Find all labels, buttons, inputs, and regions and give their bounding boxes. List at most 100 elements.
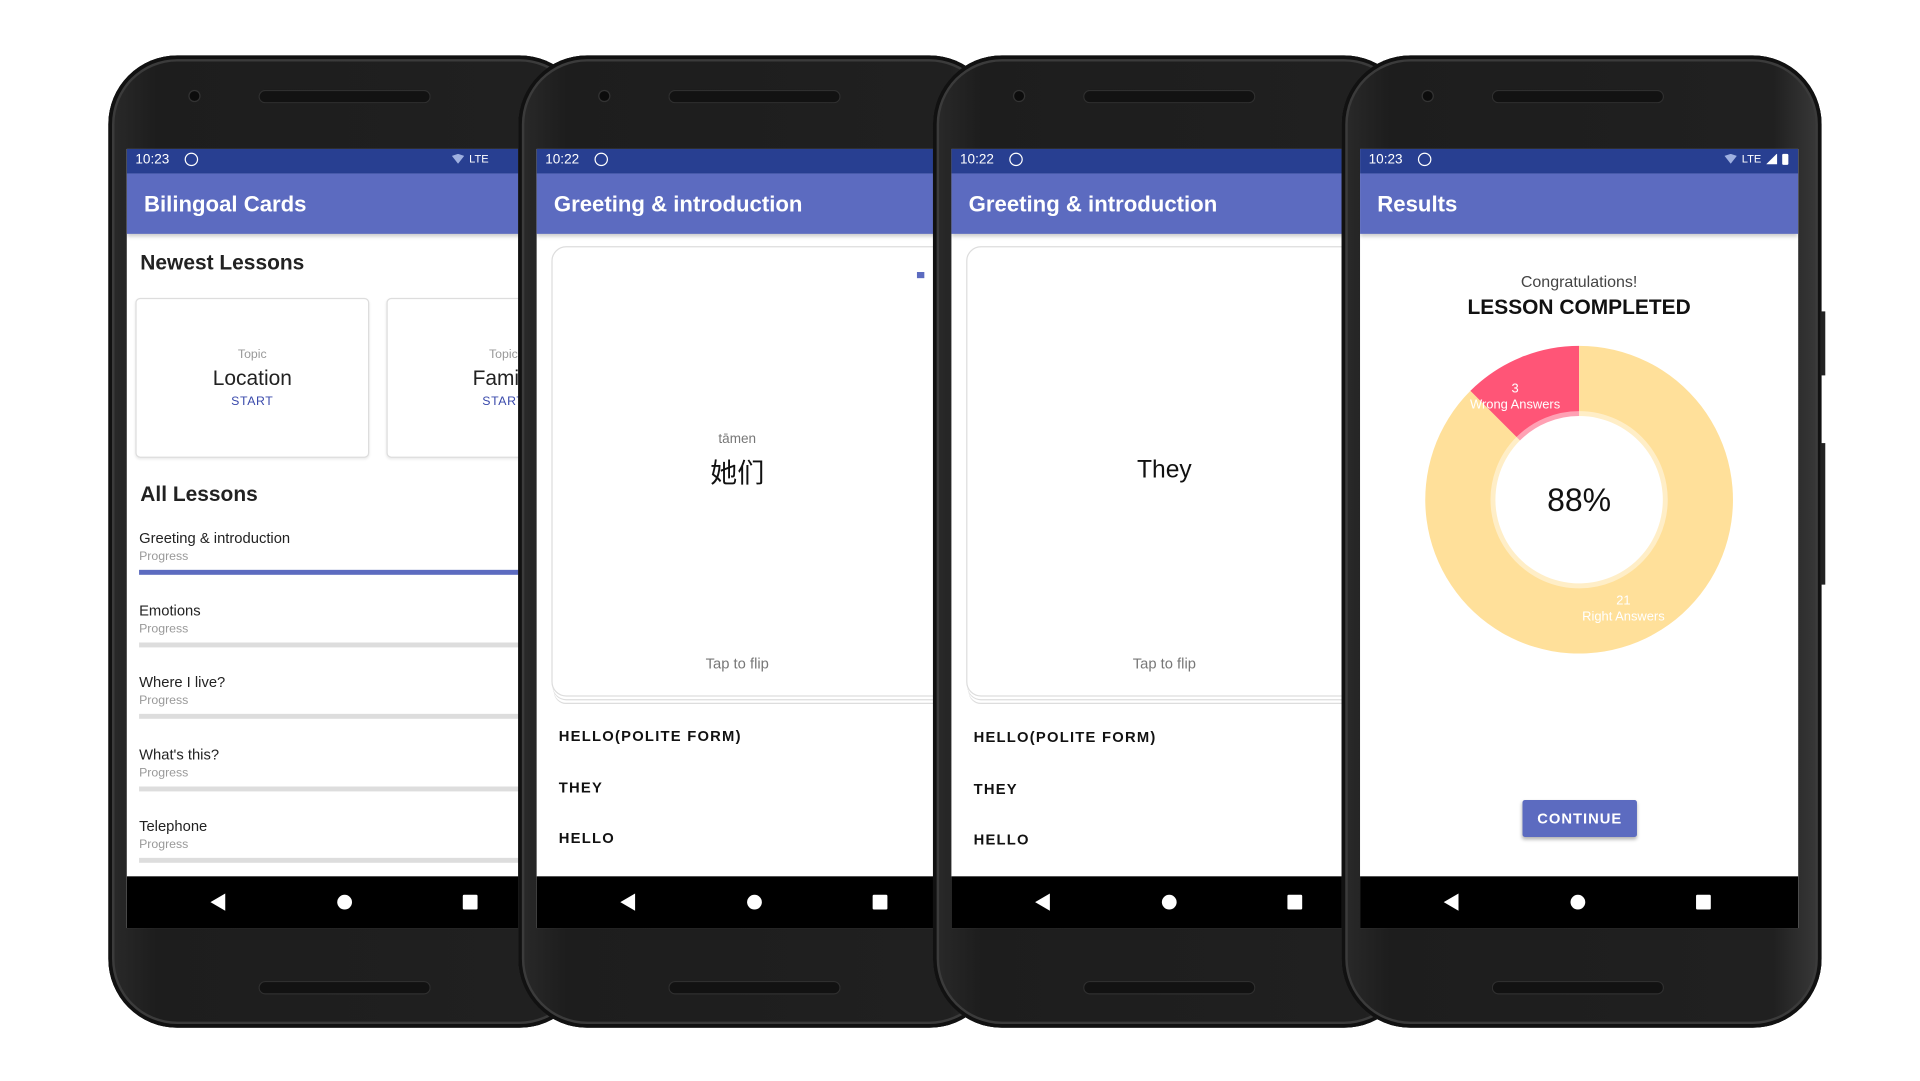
home-icon[interactable] [1570,894,1586,910]
slice-label-value: 3 [1512,381,1519,396]
answer-option[interactable]: HELLO [559,830,615,847]
lesson-progress-bar [139,569,565,575]
progress-marker [916,272,925,279]
answer-option[interactable]: THEY [559,779,603,796]
phone-results: 10:23 LTE Results Congratulations! LESSO… [1341,55,1826,1028]
speaker-bottom [1491,980,1665,995]
topic-label: Topic [237,348,267,362]
status-time: 10:22 [960,152,994,168]
nav-bar [951,876,1390,929]
lesson-item[interactable]: Emotions Progress [139,601,565,647]
back-icon[interactable] [210,893,226,911]
wifi-icon [451,153,465,164]
app-bar: Greeting & introduction [536,173,975,234]
lesson-progress-label: Progress [139,838,189,852]
app-title: Greeting & introduction [553,192,803,217]
app-bar: Greeting & introduction [951,173,1390,234]
home-icon[interactable] [747,894,762,910]
answer-option[interactable]: HELLO [974,831,1030,848]
lesson-progress-bar [139,713,565,719]
lesson-progress-bar [139,785,565,791]
slice-label-value: 21 [1616,592,1630,607]
lesson-progress-label: Progress [139,766,189,780]
all-lessons-heading: All Lessons [140,482,258,506]
answer-option[interactable]: THEY [974,780,1018,797]
back-icon[interactable] [1035,893,1050,911]
topic-card-location[interactable]: Topic Location START [135,297,370,458]
speaker-top [1491,89,1665,104]
answer-option[interactable]: HELLO(POLITE FORM) [974,729,1157,746]
card-word: They [1136,456,1192,484]
back-icon[interactable] [620,893,636,911]
pinyin: tāmen [718,432,757,447]
phone-home: 10:23 LTE Bilingoal Cards Newest Lessons… [108,55,589,1028]
lesson-item[interactable]: What's this? Progress [139,745,565,791]
flashcard[interactable]: They Tap to flip [966,246,1390,697]
lesson-title: Telephone [139,817,208,835]
nav-bar [126,876,565,929]
flashcard[interactable]: tāmen 她们 Tap to flip [551,246,975,697]
progress-fill [139,569,544,575]
speaker-bottom [258,980,431,995]
answer-option[interactable]: HELLO(POLITE FORM) [559,727,742,744]
lesson-item[interactable]: Where I live? Progress [139,673,565,719]
lesson-item[interactable]: Telephone Progress [139,817,565,863]
lesson-progress-label: Progress [139,622,189,636]
status-bar: 10:22 [951,148,1390,174]
card-word: 她们 [710,457,765,489]
lesson-progress-bar [139,857,565,863]
lesson-title: Emotions [139,601,201,619]
screen: 10:22 Greeting & introduction They Tap t… [951,148,1390,929]
status-time: 10:22 [545,152,580,168]
app-title: Greeting & introduction [968,192,1218,217]
speaker-top [258,89,431,104]
slice-label-name: Right Answers [1582,608,1664,623]
tap-to-flip-hint: Tap to flip [705,654,769,673]
speaker-bottom [668,980,841,995]
lesson-title: What's this? [139,745,220,763]
home-icon[interactable] [1161,894,1177,910]
front-camera [599,91,610,101]
screen: 10:23 LTE Bilingoal Cards Newest Lessons… [126,148,565,929]
nav-bar [536,876,975,929]
lesson-progress-label: Progress [139,694,189,708]
speaker-top [1083,89,1256,104]
front-camera [1014,91,1025,101]
front-camera [189,91,200,101]
recents-icon[interactable] [1696,894,1711,910]
recents-icon[interactable] [1287,894,1303,910]
screen: 10:23 LTE Results Congratulations! LESSO… [1360,148,1799,929]
back-icon[interactable] [1443,893,1459,911]
app-title: Bilingoal Cards [144,192,307,217]
topic-name: Location [212,366,292,391]
lesson-progress-bar [139,641,565,647]
app-bar: Bilingoal Cards [126,173,565,234]
nav-bar [1360,876,1799,929]
status-bar: 10:22 [536,148,975,174]
slice-label-name: Wrong Answers [1470,397,1560,412]
lesson-progress-label: Progress [139,550,189,564]
front-camera [1422,91,1433,101]
status-time: 10:23 [135,152,170,168]
speaker-top [668,89,841,104]
volume-button [1820,443,1826,585]
newest-lessons-heading: Newest Lessons [140,251,305,275]
phone-card-front: 10:22 Greeting & introduction tāmen 她们 T… [518,55,999,1028]
power-button [1820,311,1826,376]
recents-icon[interactable] [462,894,478,910]
sync-icon [184,152,199,167]
status-bar: 10:23 LTE [126,148,565,174]
sync-icon [1009,152,1023,167]
tap-to-flip-hint: Tap to flip [1132,654,1196,673]
network-label: LTE [469,152,489,165]
lesson-title: Where I live? [139,673,226,691]
start-button[interactable]: START [137,395,368,409]
lesson-item[interactable]: Greeting & introduction Progress [139,529,565,575]
sync-icon [594,152,609,167]
continue-button[interactable]: CONTINUE [1522,800,1637,837]
lesson-title: Greeting & introduction [139,529,291,547]
home-icon[interactable] [337,894,353,910]
recents-icon[interactable] [872,894,888,910]
score-percent: 88% [1547,481,1612,519]
speaker-bottom [1083,980,1256,995]
